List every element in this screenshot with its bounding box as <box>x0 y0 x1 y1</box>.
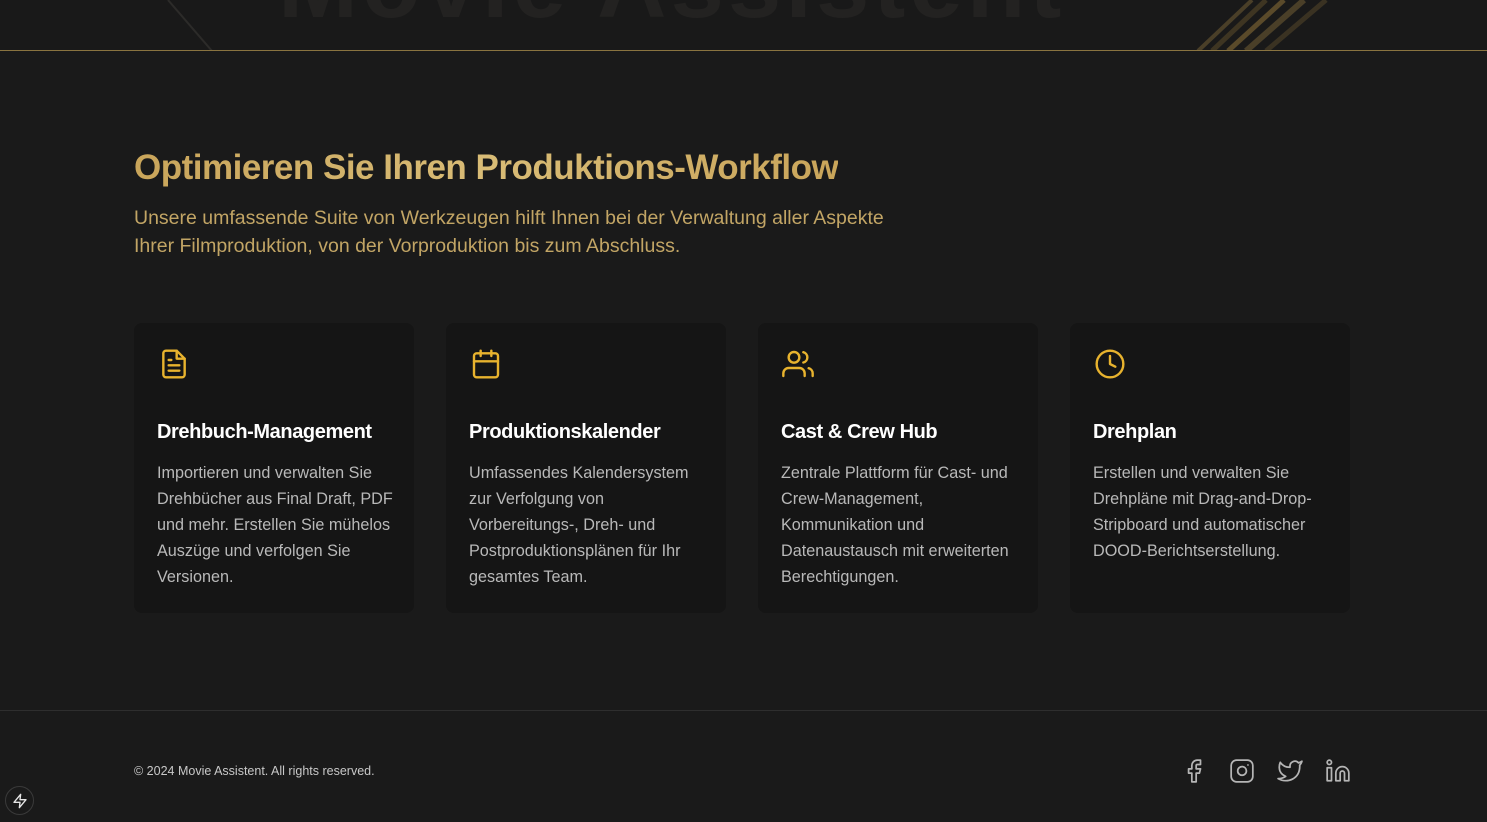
document-icon <box>162 349 186 379</box>
feature-card-calendar[interactable]: Produktionskalender Umfassendes Kalender… <box>446 323 726 613</box>
lightning-icon <box>12 793 27 808</box>
card-description: Erstellen und verwalten Sie Drehpläne mi… <box>1093 464 1312 560</box>
features-section: Optimieren Sie Ihren Produktions-Workflo… <box>0 52 1487 710</box>
bolt-badge[interactable] <box>5 786 34 815</box>
card-title: Drehbuch-Management <box>157 421 372 443</box>
instagram-icon[interactable] <box>1229 758 1255 784</box>
feature-card-cast-crew[interactable]: Cast & Crew Hub Zentrale Plattform für C… <box>758 323 1038 613</box>
feature-card-script[interactable]: Drehbuch-Management Importieren und verw… <box>134 323 414 613</box>
feature-card-schedule[interactable]: Drehplan Erstellen und verwalten Sie Dre… <box>1070 323 1350 613</box>
footer: © 2024 Movie Assistent. All rights reser… <box>0 710 1487 822</box>
card-description: Zentrale Plattform für Cast- und Crew-Ma… <box>781 464 1009 586</box>
card-title: Produktionskalender <box>469 421 661 443</box>
card-description: Importieren und verwalten Sie Drehbücher… <box>157 464 393 586</box>
hero-decoration <box>167 0 1328 50</box>
facebook-icon[interactable] <box>1181 758 1207 784</box>
features-subtitle: Unsere umfassende Suite von Werkzeugen h… <box>134 207 884 257</box>
twitter-icon[interactable] <box>1277 758 1303 784</box>
copyright-text: © 2024 Movie Assistent. All rights reser… <box>134 764 375 778</box>
calendar-icon <box>472 349 500 379</box>
features-title: Optimieren Sie Ihren Produktions-Workflo… <box>134 148 839 187</box>
linkedin-icon[interactable] <box>1325 758 1351 784</box>
card-title: Cast & Crew Hub <box>781 421 938 443</box>
hero-section: Movie Assistent <box>0 0 1487 51</box>
card-description: Umfassendes Kalendersystem zur Verfolgun… <box>469 464 689 586</box>
clock-icon <box>1095 349 1125 379</box>
users-icon <box>782 350 814 378</box>
card-title: Drehplan <box>1093 421 1177 443</box>
